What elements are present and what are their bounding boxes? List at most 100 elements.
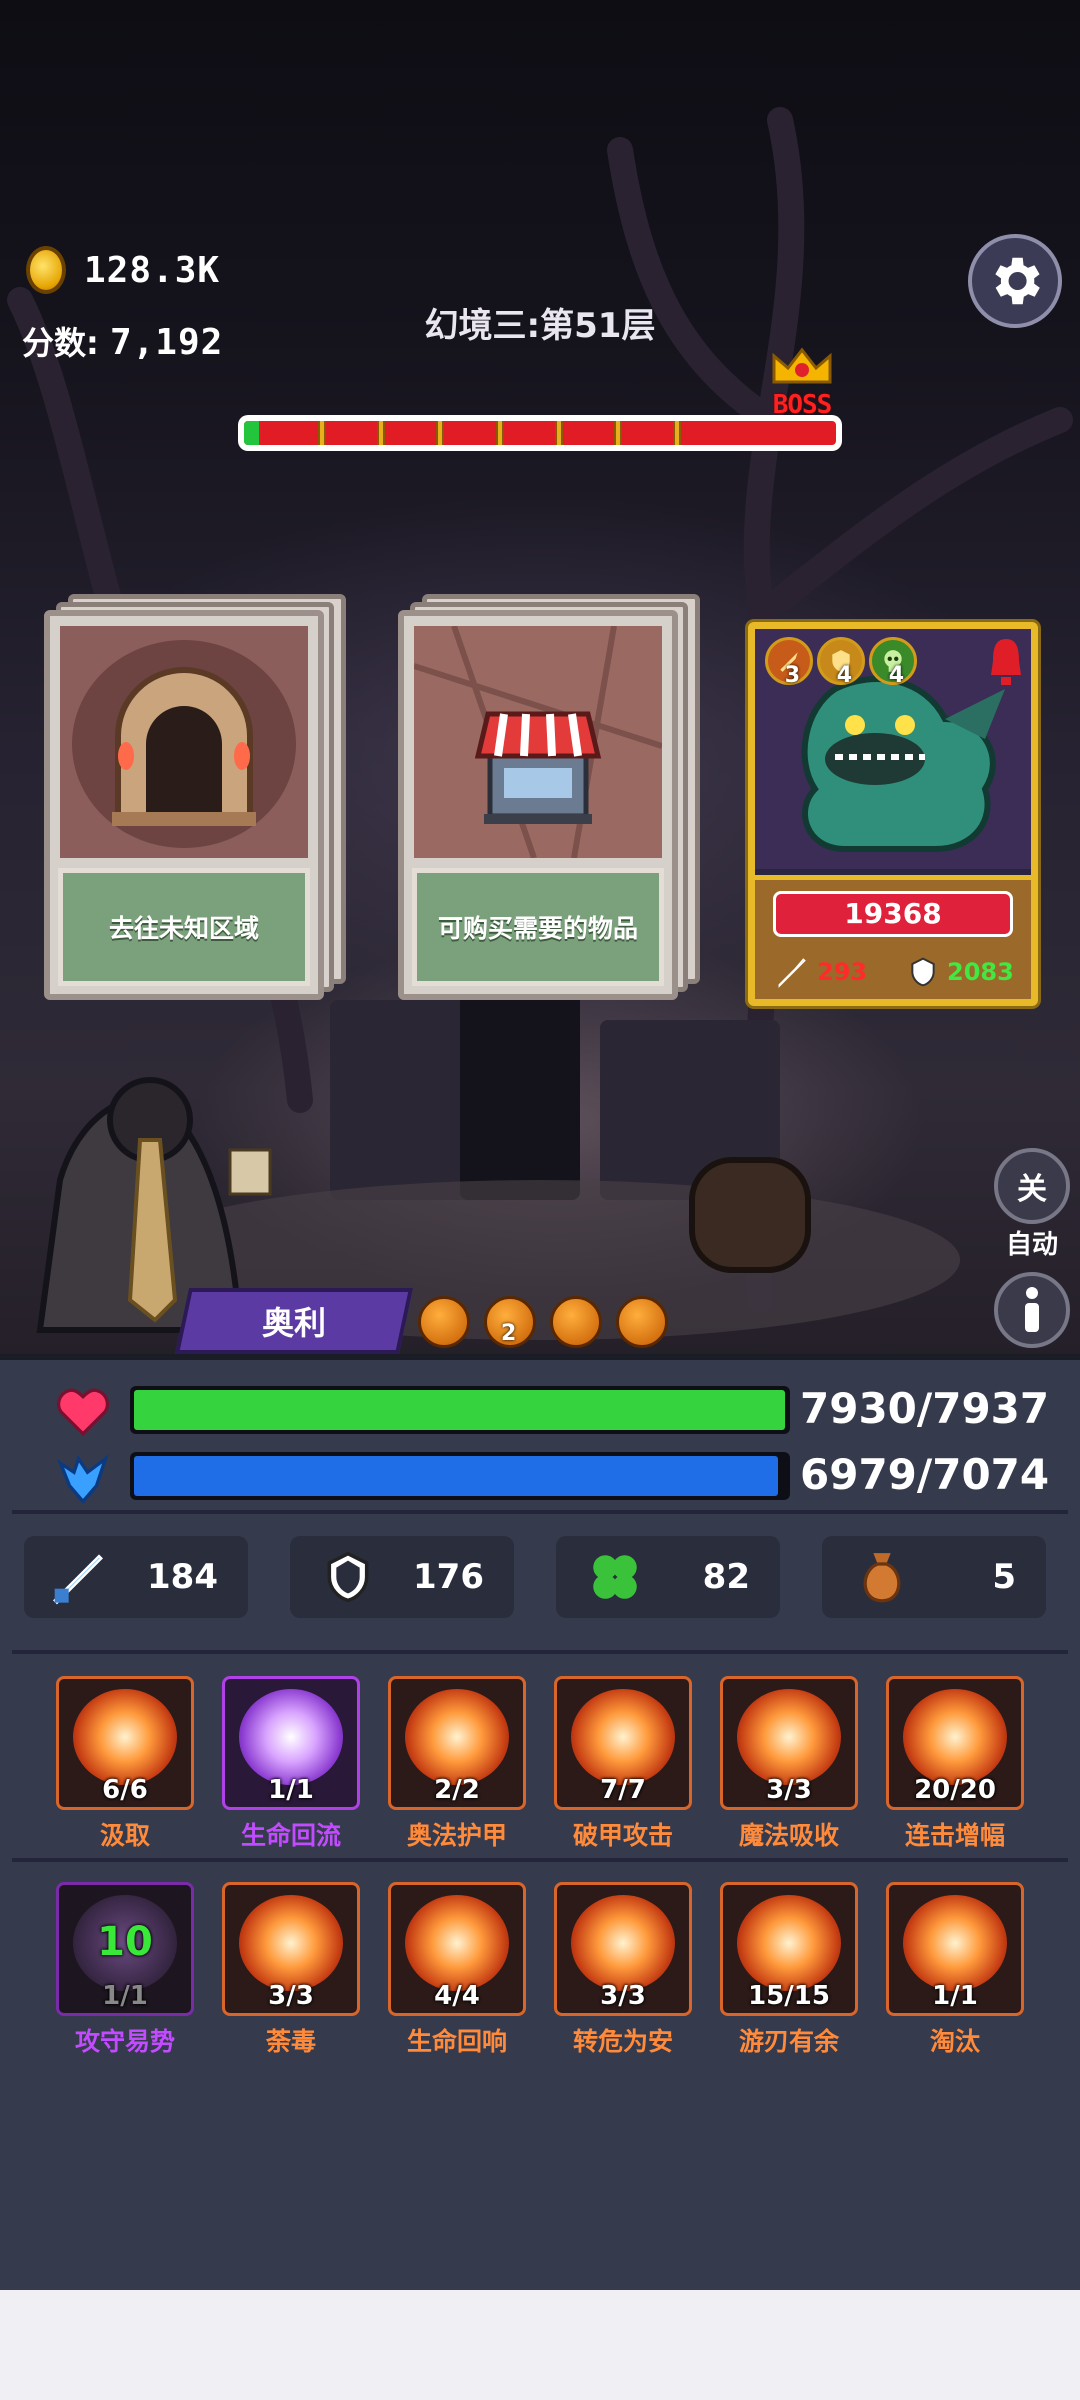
skill-slot-magic-absorb[interactable]: 3/3 <box>720 1676 858 1810</box>
divider <box>12 1858 1068 1862</box>
skill-slot-combo-boost[interactable]: 20/20 <box>886 1676 1024 1810</box>
poison-skill-icon <box>239 1895 343 1991</box>
stat-attack: 184 <box>24 1536 248 1618</box>
progress-segment-marker <box>673 421 682 445</box>
clover-icon <box>593 1555 637 1599</box>
skill-name: 转危为安 <box>572 2027 673 2056</box>
skill-slot-arcane-armor[interactable]: 2/2 <box>388 1676 526 1810</box>
skill-slot-armor-break[interactable]: 7/7 <box>554 1676 692 1810</box>
skill-name: 游刃有余 <box>738 2027 839 2056</box>
auto-label: 自动 <box>1005 1230 1058 1260</box>
shop-stall-art <box>414 626 662 858</box>
buff-fist-icon[interactable]: 2 <box>484 1296 536 1348</box>
info-icon <box>1025 1287 1039 1332</box>
hp-bar-fill <box>134 1390 786 1430</box>
skill-count: 1/1 <box>268 1775 314 1805</box>
skill-slot-life-echo[interactable]: 4/4 <box>388 1882 526 2016</box>
skill-name: 荼毒 <box>265 2027 316 2056</box>
sword-icon <box>778 958 806 988</box>
hero-name: 奥利 <box>261 1304 326 1342</box>
hp-row: 7930/7937 <box>0 1382 1080 1442</box>
bag-value: 5 <box>992 1557 1016 1597</box>
mp-row: 6979/7074 <box>0 1448 1080 1508</box>
turn-danger-skill-icon <box>571 1895 675 1991</box>
floor-progress-bar <box>238 415 842 451</box>
skill-slot-offense-defense-swap[interactable]: 10 1/1 <box>56 1882 194 2016</box>
buff-sword-icon[interactable] <box>616 1296 668 1348</box>
buff-figure-icon[interactable] <box>418 1296 470 1348</box>
boss-defense: 2083 <box>907 949 1014 995</box>
sword-icon <box>53 1554 103 1605</box>
attack-value: 184 <box>147 1557 218 1597</box>
skill-name: 攻守易势 <box>74 2027 175 2056</box>
dungeon-scene: 128.3K 分数: 7,192 幻境三:第51层 BOSS 去往未知区域 可购… <box>0 0 1080 1360</box>
combo-boost-skill-icon <box>903 1689 1007 1785</box>
skill-level: 10 <box>97 1919 153 1965</box>
skill-count: 1/1 <box>102 1981 148 2011</box>
info-button[interactable] <box>994 1272 1070 1348</box>
skill-count: 3/3 <box>766 1775 812 1805</box>
skill-count: 7/7 <box>600 1775 646 1805</box>
boss-attack: 293 <box>775 949 867 995</box>
boss-marker: BOSS <box>762 346 842 420</box>
gold-display: 128.3K <box>26 246 220 294</box>
skill-name: 生命回响 <box>406 2027 507 2056</box>
badge-count: 4 <box>888 663 904 688</box>
skill-count: 6/6 <box>102 1775 148 1805</box>
boss-enemy-card[interactable]: 3 4 4 19368 293 2083 <box>748 622 1038 1006</box>
progress-segment-marker <box>436 421 445 445</box>
money-bag-icon <box>863 1553 901 1603</box>
skill-slot-eliminate[interactable]: 1/1 <box>886 1882 1024 2016</box>
gold-coin-icon <box>26 246 66 294</box>
alert-bell-icon <box>991 639 1021 685</box>
event-card-shop[interactable]: 可购买需要的物品 <box>398 594 700 1006</box>
buff-stack-count: 2 <box>501 1321 517 1346</box>
buff-shield-icon[interactable] <box>550 1296 602 1348</box>
skill-name: 汲取 <box>99 1821 150 1850</box>
shield-badge-icon: 4 <box>817 637 865 688</box>
skill-slot-ease[interactable]: 15/15 <box>720 1882 858 2016</box>
hero-status-panel: 7930/7937 6979/7074 184 176 82 5 6/6 汲取 … <box>0 1354 1080 2290</box>
mana-crystal-icon <box>56 1454 109 1504</box>
skull-badge-icon: 4 <box>869 637 917 688</box>
auto-toggle-label: 关 <box>1017 1172 1047 1207</box>
divider <box>12 1510 1068 1514</box>
boss-attack-value: 293 <box>817 958 868 986</box>
card-label: 可购买需要的物品 <box>412 868 664 986</box>
auto-toggle-button[interactable]: 关 <box>994 1148 1070 1224</box>
stat-bag: 5 <box>822 1536 1046 1618</box>
skill-count: 1/1 <box>932 1981 978 2011</box>
skill-slot-poison[interactable]: 3/3 <box>222 1882 360 2016</box>
arcane-armor-skill-icon <box>405 1689 509 1785</box>
badge-count: 4 <box>836 663 852 688</box>
boss-hp-value: 19368 <box>773 891 1013 937</box>
skill-slot-turn-danger[interactable]: 3/3 <box>554 1882 692 2016</box>
skill-slot-drain[interactable]: 6/6 <box>56 1676 194 1810</box>
divider <box>12 1650 1068 1654</box>
skill-count: 2/2 <box>434 1775 480 1805</box>
skill-count: 3/3 <box>268 1981 314 2011</box>
skill-name: 破甲攻击 <box>572 1821 673 1850</box>
gold-amount: 128.3K <box>84 249 221 291</box>
hp-value: 7930/7937 <box>800 1384 1050 1433</box>
skill-name: 淘汰 <box>929 2027 980 2056</box>
life-echo-skill-icon <box>405 1895 509 1991</box>
mp-bar-fill <box>134 1456 778 1496</box>
mp-value: 6979/7074 <box>800 1450 1050 1499</box>
stat-defense: 176 <box>290 1536 514 1618</box>
drain-skill-icon <box>73 1689 177 1785</box>
skill-name: 魔法吸收 <box>738 1821 839 1850</box>
shield-icon <box>327 1551 369 1603</box>
hero-name-plate: 奥利 <box>174 1288 414 1354</box>
progress-segment-marker <box>554 421 563 445</box>
luck-value: 82 <box>702 1557 750 1597</box>
skill-slot-life-flow[interactable]: 1/1 <box>222 1676 360 1810</box>
skill-count: 15/15 <box>748 1981 830 2011</box>
stat-luck: 82 <box>556 1536 780 1618</box>
heart-icon <box>56 1388 110 1436</box>
skill-count: 3/3 <box>600 1981 646 2011</box>
event-card-unknown-area[interactable]: 去往未知区域 <box>44 594 346 1006</box>
badge-count: 3 <box>784 663 800 688</box>
life-flow-skill-icon <box>239 1689 343 1785</box>
progress-segment-marker <box>614 421 622 445</box>
